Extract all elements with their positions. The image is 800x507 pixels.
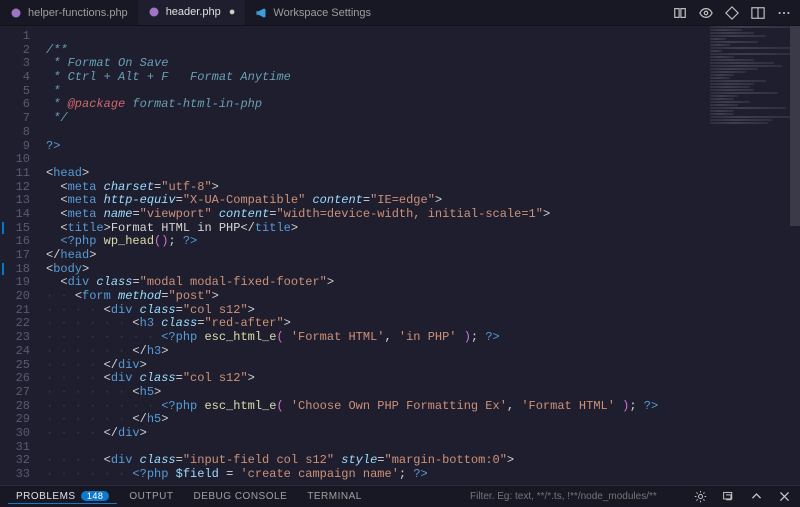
tab-actions	[672, 0, 800, 25]
settings-icon[interactable]	[692, 489, 708, 505]
panel-tab-problems[interactable]: PROBLEMS 148	[8, 490, 117, 504]
chevron-up-icon[interactable]	[748, 489, 764, 505]
panel-tab-label: PROBLEMS	[16, 491, 76, 502]
close-panel-icon[interactable]	[776, 489, 792, 505]
problems-filter-input[interactable]	[470, 491, 680, 502]
diamond-icon[interactable]	[724, 5, 740, 21]
editor-body: 1234567891011121314151617181920212223242…	[0, 26, 800, 485]
dirty-indicator-icon: ●	[229, 6, 236, 18]
problems-count-badge: 148	[81, 491, 110, 501]
php-icon	[10, 7, 22, 19]
php-icon	[148, 6, 160, 18]
vertical-scrollbar[interactable]	[790, 26, 800, 485]
compare-icon[interactable]	[672, 5, 688, 21]
more-actions-icon[interactable]	[776, 5, 792, 21]
editor-tabs: helper-functions.php header.php ● Worksp…	[0, 0, 800, 26]
preview-icon[interactable]	[698, 5, 714, 21]
tab-helper-functions[interactable]: helper-functions.php	[0, 0, 138, 25]
tab-label: header.php	[166, 6, 221, 18]
tab-label: Workspace Settings	[273, 7, 371, 19]
tab-workspace-settings[interactable]: Workspace Settings	[245, 0, 381, 25]
tab-label: helper-functions.php	[28, 7, 128, 19]
scroll-thumb[interactable]	[790, 26, 800, 226]
split-editor-icon[interactable]	[750, 5, 766, 21]
panel-tab-output[interactable]: OUTPUT	[121, 491, 181, 502]
bottom-panel: PROBLEMS 148 OUTPUT DEBUG CONSOLE TERMIN…	[0, 485, 800, 507]
tab-header-php[interactable]: header.php ●	[138, 0, 246, 25]
panel-tab-terminal[interactable]: TERMINAL	[299, 491, 370, 502]
code-area[interactable]: /** * Format On Save * Ctrl + Alt + F Fo…	[40, 26, 800, 485]
panel-tab-debug[interactable]: DEBUG CONSOLE	[186, 491, 296, 502]
line-number-gutter: 1234567891011121314151617181920212223242…	[0, 26, 40, 485]
collapse-all-icon[interactable]	[720, 489, 736, 505]
vscode-icon	[255, 7, 267, 19]
